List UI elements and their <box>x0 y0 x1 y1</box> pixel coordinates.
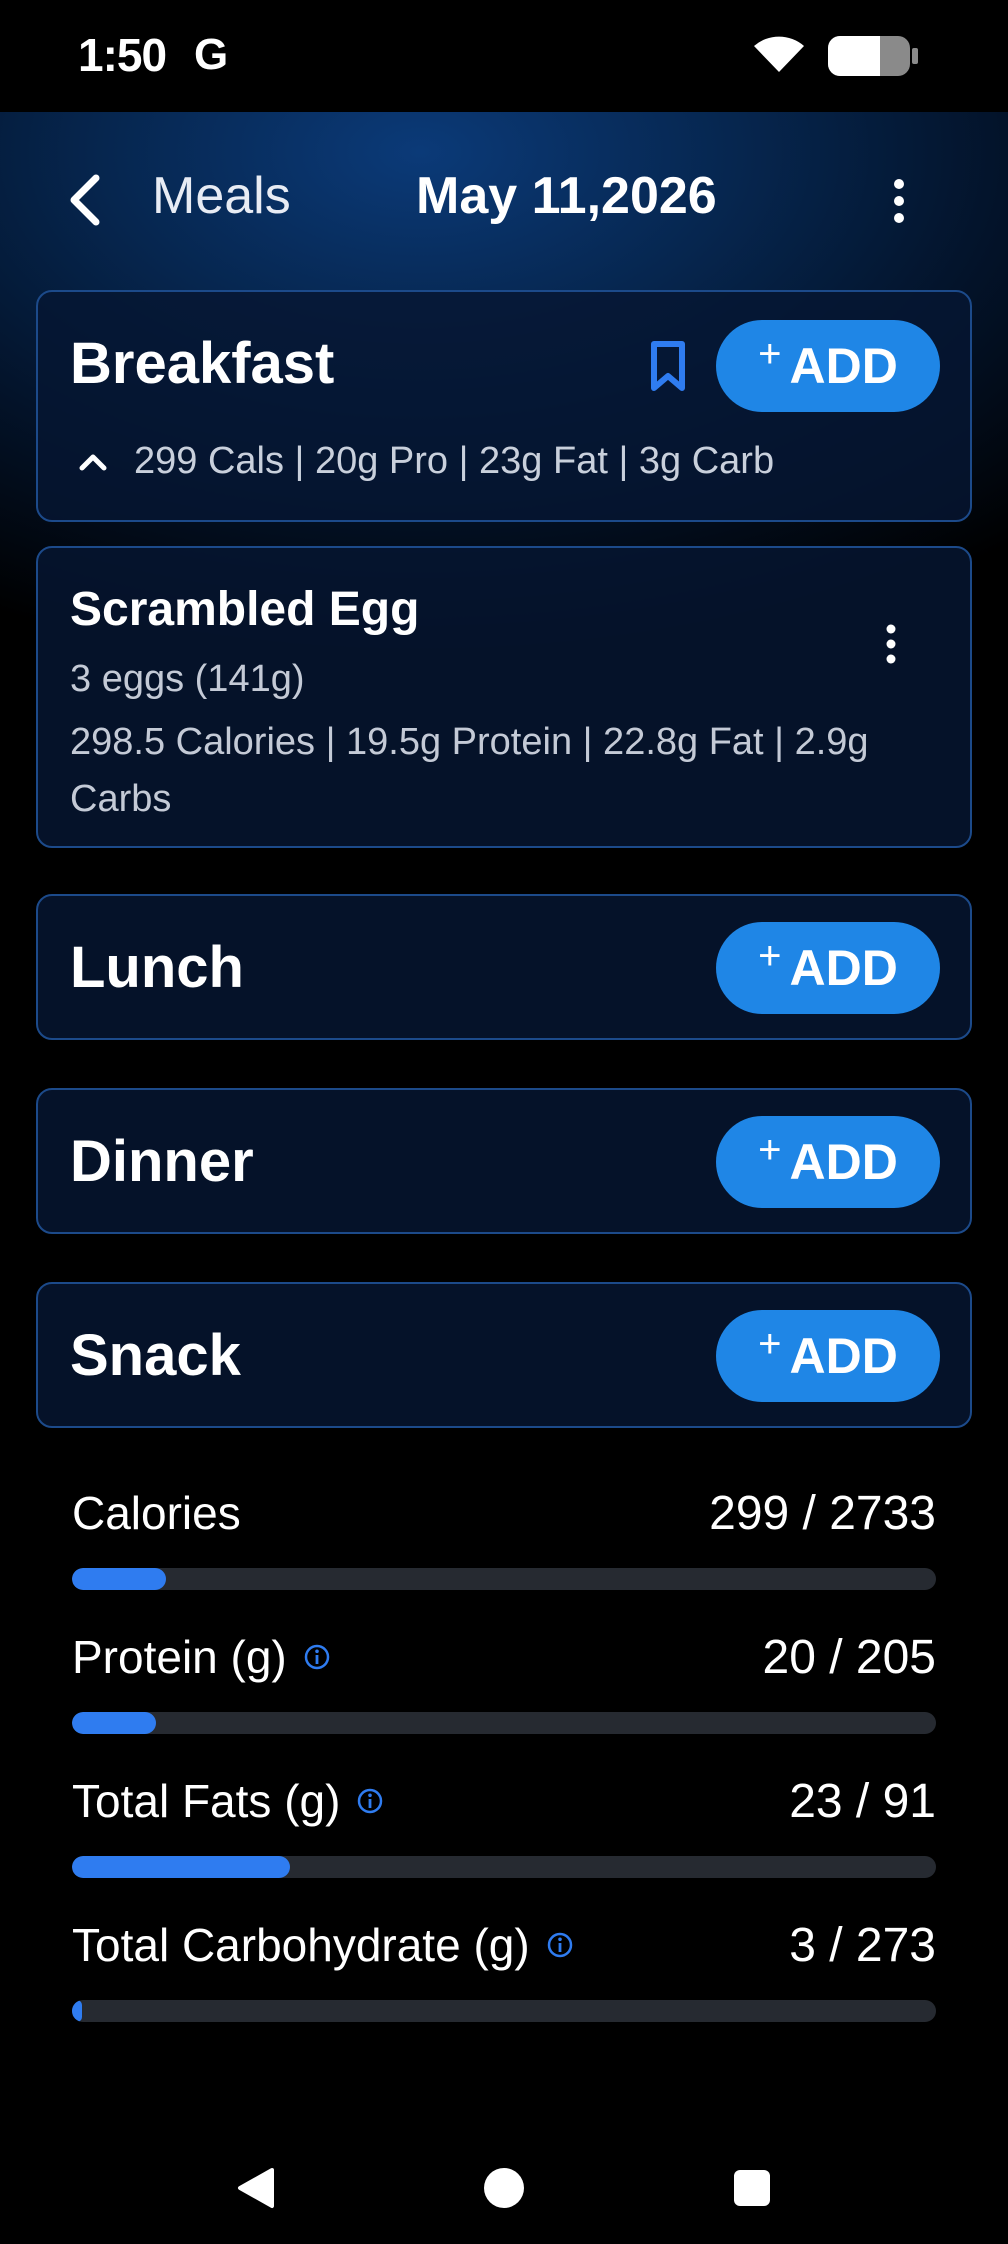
nutrient-label: Total Carbohydrate (g) <box>72 1918 574 1972</box>
vertical-dots-icon[interactable] <box>878 622 904 666</box>
nutrient-label: Calories <box>72 1487 241 1539</box>
add-lunch-button[interactable]: + ADD <box>716 922 940 1014</box>
nutrient-value: 3 / 273 <box>789 1919 936 1972</box>
add-label: ADD <box>789 1328 898 1384</box>
chevron-up-icon[interactable] <box>78 452 108 472</box>
breakfast-summary[interactable]: 299 Cals | 20g Pro | 23g Fat | 3g Carb <box>78 440 774 483</box>
page-title[interactable]: Meals <box>152 166 291 226</box>
screen: 1:50 G Meals May 11,2026 Breakfast + ADD <box>0 0 1008 2244</box>
chevron-left-icon[interactable] <box>64 172 108 228</box>
date-selector[interactable]: May 11,2026 <box>416 166 717 226</box>
add-label: ADD <box>789 338 898 394</box>
nav-back-icon[interactable] <box>236 2166 276 2210</box>
food-macros: 298.5 Calories | 19.5g Protein | 22.8g F… <box>70 721 869 820</box>
nutrient-value: 299 / 2733 <box>709 1487 936 1540</box>
progress-fill <box>72 1856 291 1878</box>
nutrient-label: Protein (g) <box>72 1630 331 1684</box>
food-item-card[interactable]: Scrambled Egg 3 eggs (141g) 298.5 Calori… <box>36 546 972 848</box>
bookmark-icon[interactable] <box>648 340 688 392</box>
system-nav-bar <box>0 2132 1008 2244</box>
meal-title-snack: Snack <box>70 1323 241 1388</box>
add-dinner-button[interactable]: + ADD <box>716 1116 940 1208</box>
progress-bar <box>72 1856 936 1878</box>
status-time: 1:50 <box>78 29 167 81</box>
info-icon[interactable] <box>546 1931 574 1959</box>
add-label: ADD <box>789 940 898 996</box>
nav-recents-icon[interactable] <box>734 2170 770 2206</box>
dinner-card: Dinner + ADD <box>36 1088 972 1234</box>
nutrient-value: 23 / 91 <box>789 1775 936 1828</box>
wifi-icon <box>754 36 804 72</box>
add-breakfast-button[interactable]: + ADD <box>716 320 940 412</box>
battery-icon <box>828 36 918 76</box>
breakfast-card: Breakfast + ADD 299 Cals | 20g Pro | 23g… <box>36 290 972 522</box>
nutrient-label: Total Fats (g) <box>72 1774 384 1828</box>
nutrient-value: 20 / 205 <box>762 1631 936 1684</box>
status-bar: 1:50 G <box>0 0 1008 112</box>
add-snack-button[interactable]: + ADD <box>716 1310 940 1402</box>
vertical-dots-icon[interactable] <box>884 176 914 226</box>
meal-title-lunch: Lunch <box>70 935 244 1000</box>
snack-card: Snack + ADD <box>36 1282 972 1428</box>
meal-title-dinner: Dinner <box>70 1129 254 1194</box>
breakfast-summary-text: 299 Cals | 20g Pro | 23g Fat | 3g Carb <box>134 440 775 482</box>
info-icon[interactable] <box>356 1787 384 1815</box>
food-serving: 3 eggs (141g) <box>70 658 305 700</box>
lunch-card: Lunch + ADD <box>36 894 972 1040</box>
network-indicator: G <box>194 30 229 79</box>
progress-bar <box>72 2000 936 2022</box>
progress-bar <box>72 1712 936 1734</box>
progress-fill <box>72 1568 167 1590</box>
info-icon[interactable] <box>303 1643 331 1671</box>
nav-home-icon[interactable] <box>484 2168 524 2208</box>
food-name: Scrambled Egg <box>70 583 420 636</box>
progress-fill <box>72 1712 157 1734</box>
add-label: ADD <box>789 1134 898 1190</box>
progress-bar <box>72 1568 936 1590</box>
meal-title-breakfast: Breakfast <box>70 331 335 396</box>
